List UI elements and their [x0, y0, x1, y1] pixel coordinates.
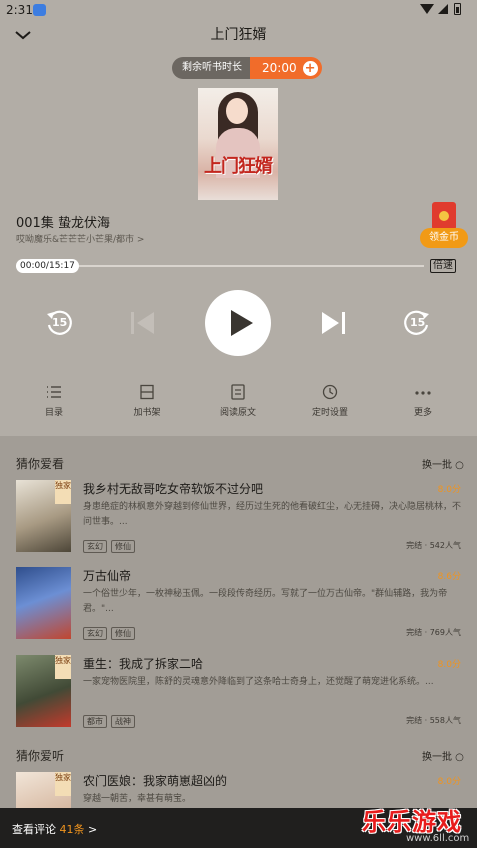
play-button[interactable]	[205, 290, 271, 356]
book-tag[interactable]: 玄幻	[83, 627, 107, 640]
section-heading-watch: 猜你爱看	[16, 457, 65, 471]
skip-previous-icon	[131, 312, 154, 334]
toolbar-more[interactable]: 更多	[383, 384, 463, 418]
sleep-timer-value: 20:00	[262, 61, 297, 75]
recommendations-panel: 猜你爱看 换一批 ○ 独家 我乡村无敌哥吃女帝软饭不过分吧 8.0分 身患绝症的…	[0, 436, 477, 844]
bookshelf-add-icon	[138, 384, 156, 400]
battery-icon	[454, 3, 461, 15]
wifi-icon	[420, 4, 434, 14]
document-icon	[229, 384, 247, 400]
book-cover-thumb	[16, 567, 71, 639]
book-score: 8.6分	[437, 572, 461, 582]
exclusive-badge: 独家	[55, 772, 71, 796]
page-title: 上门狂婿	[210, 27, 267, 43]
toolbar-label: 更多	[413, 408, 432, 418]
book-item[interactable]: 独家 我乡村无敌哥吃女帝软饭不过分吧 8.0分 身患绝症的林枫意外穿越到修仙世界…	[16, 480, 463, 556]
sleep-timer[interactable]: 剩余听书时长 20:00 +	[172, 57, 322, 79]
toolbar-label: 阅读原文	[219, 408, 256, 418]
book-item[interactable]: 独家 重生：我成了拆家二哈 8.0分 一家宠物医院里，陈舒的灵魂意外降临到了这条…	[16, 655, 463, 731]
book-status: 完结 · 769人气	[406, 628, 461, 637]
toolbar-timer-settings[interactable]: 定时设置	[290, 384, 370, 418]
episode-meta-link[interactable]: 哎呦魔乐&芒芒芒小芒果/都市 >	[16, 232, 144, 245]
book-title: 重生：我成了拆家二哈	[83, 657, 204, 671]
book-description: 一个俗世少年，一枚神秘玉佩。一段段传奇经历。写就了一位万古仙帝。"群仙辅路，我为…	[83, 589, 448, 614]
book-title: 万古仙帝	[83, 569, 132, 583]
view-comments-label: 查看评论	[12, 823, 56, 836]
rewind-15-button[interactable]: 15	[44, 308, 74, 338]
book-status: 完结 · 542人气	[406, 541, 461, 550]
book-tag[interactable]: 都市	[83, 715, 107, 728]
player-toolbar: 目录 加书架 阅读原文 定时设置 更多	[0, 384, 477, 424]
book-cover-thumb: 独家	[16, 480, 71, 552]
refresh-batch-button[interactable]: 换一批 ○	[422, 456, 464, 471]
book-tag[interactable]: 修仙	[111, 627, 135, 640]
next-button[interactable]	[320, 309, 348, 337]
watermark-text: 乐乐游戏	[362, 808, 462, 836]
toolbar-add-shelf[interactable]: 加书架	[107, 384, 187, 418]
toolbar-label: 定时设置	[311, 408, 348, 418]
book-tag[interactable]: 修仙	[111, 540, 135, 553]
progress-time[interactable]: 00:00/15:17	[16, 259, 79, 273]
book-tags: 都市 战神	[83, 715, 139, 728]
previous-button[interactable]	[128, 309, 156, 337]
toolbar-catalog[interactable]: 目录	[14, 384, 94, 418]
speed-button[interactable]: 倍速	[430, 259, 456, 273]
exclusive-badge: 独家	[55, 480, 71, 504]
book-score: 8.0分	[437, 660, 461, 670]
status-bar: 2:31	[0, 0, 477, 20]
forward-15-button[interactable]: 15	[402, 308, 432, 338]
book-cover[interactable]: 上门狂婿	[198, 88, 278, 200]
book-status: 完结 · 558人气	[406, 716, 461, 725]
exclusive-badge: 独家	[55, 655, 71, 679]
sleep-timer-value-wrap[interactable]: 20:00 +	[250, 57, 322, 79]
progress-bar[interactable]: 00:00/15:17 倍速	[16, 259, 456, 273]
view-comments-button[interactable]: 查看评论 41条 >	[12, 821, 97, 837]
book-description: 一家宠物医院里，陈舒的灵魂意外降临到了这条哈士奇身上，还觉醒了萌宠进化系统。..…	[83, 677, 434, 687]
toolbar-read-original[interactable]: 阅读原文	[198, 384, 278, 418]
cover-figure-face	[226, 98, 248, 124]
toolbar-label: 目录	[44, 408, 63, 418]
chevron-right-icon: >	[88, 823, 98, 836]
episode-title: 001集 蛰龙伏海	[16, 216, 110, 231]
toolbar-label: 加书架	[133, 408, 161, 418]
rewind-seconds: 15	[52, 316, 68, 329]
coin-reward[interactable]: 领金币	[420, 202, 468, 248]
refresh-label: 换一批	[422, 460, 452, 471]
watermark-url: www.6ll.com	[406, 833, 470, 844]
book-tag[interactable]: 战神	[111, 715, 135, 728]
more-icon	[414, 384, 432, 400]
book-score: 8.0分	[437, 485, 461, 495]
status-time: 2:31	[6, 3, 33, 17]
signal-icon	[438, 4, 448, 14]
skip-next-icon	[322, 312, 345, 334]
book-score: 8.0分	[437, 777, 461, 787]
forward-seconds: 15	[410, 316, 426, 329]
watermark: 乐乐游戏 www.6ll.com	[356, 802, 477, 848]
book-description: 身患绝症的林枫意外穿越到修仙世界，经历过生死的他看破红尘，心无挂碍，决心隐居桃林…	[83, 502, 462, 527]
refresh-batch-button[interactable]: 换一批 ○	[422, 748, 464, 763]
book-tags: 玄幻 修仙	[83, 540, 139, 553]
section-heading-listen: 猜你爱听	[16, 749, 65, 763]
app-badge-icon	[33, 4, 46, 16]
plus-icon[interactable]: +	[302, 60, 318, 76]
book-title: 农门医娘：我家萌崽超凶的	[83, 774, 228, 788]
red-envelope-icon	[432, 202, 456, 230]
refresh-label: 换一批	[422, 752, 452, 763]
comment-count: 41条	[59, 823, 85, 836]
list-icon	[45, 384, 63, 400]
book-tags: 玄幻 修仙	[83, 627, 139, 640]
clock-icon	[321, 384, 339, 400]
book-tag[interactable]: 玄幻	[83, 540, 107, 553]
cover-title: 上门狂婿	[204, 156, 273, 177]
coin-reward-label: 领金币	[420, 228, 468, 248]
book-title: 我乡村无敌哥吃女帝软饭不过分吧	[83, 482, 264, 496]
book-cover-thumb: 独家	[16, 655, 71, 727]
sleep-timer-label: 剩余听书时长	[172, 57, 250, 79]
book-item[interactable]: 万古仙帝 8.6分 一个俗世少年，一枚神秘玉佩。一段段传奇经历。写就了一位万古仙…	[16, 567, 463, 643]
